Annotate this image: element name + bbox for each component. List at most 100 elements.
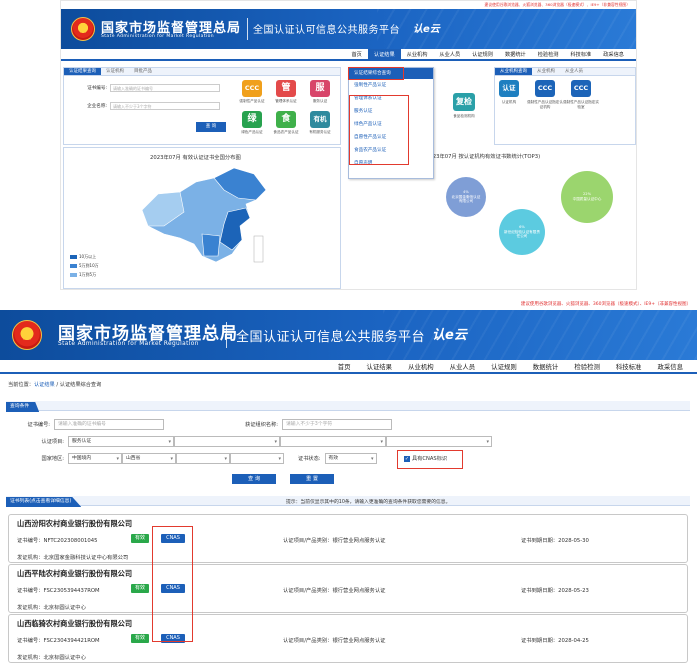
browser-notice: 建议使用谷歌浏览器、火狐浏览器、360浏览器（极速模式）、IE9+（非兼容性视图… [61,1,636,9]
site-banner: 国家市场监督管理总局 State Administration for Mark… [61,9,636,49]
org-tile-1[interactable]: CCC [535,80,555,97]
stats-bubble-2: 22% 中国质量认证中心 [561,171,613,223]
legend-label: 1万到5万 [79,272,97,277]
project-select[interactable]: 服务认证 [68,436,174,447]
project-subselect-3[interactable] [386,436,492,447]
region-country-select[interactable]: 中国境内 [68,453,122,464]
query-button[interactable]: 查 询 [232,474,276,484]
dropdown-item-1[interactable]: 强制性产品认证 [349,79,433,92]
cert-search-panel: 认证结果查询 认证机构 目批产品 证书编号: 请输入准确的证书编号 企业名称: 请输… [63,67,341,145]
nav-item-5[interactable]: 数据统计 [525,360,567,374]
org-tile-0[interactable]: 认证 [499,80,519,97]
result-issuer: 发证机构：北京标圆认证中心 [17,655,86,661]
nav-item-6[interactable]: 检验检测 [566,360,608,374]
result-cert-no: 证书编号：NFTC202308001045 [17,538,98,544]
breadcrumb-prefix: 当前位置： [8,382,34,388]
cert-no-input-2[interactable]: 请输入准确的证书编号 [54,419,164,430]
status-label: 证书状态: [298,456,321,462]
list-title[interactable]: 证书列表(点击查看详细信息) [6,497,82,507]
left-tab-0[interactable]: 认证结果查询 [64,68,101,75]
header-divider [247,18,248,40]
header-divider-2 [226,322,227,348]
query-page-screenshot: 建议使用谷歌浏览器、火狐浏览器、360浏览器（极速模式）、IE9+（非兼容性视图… [0,300,697,664]
right-tab-0[interactable]: 从业机构查询 [495,68,532,75]
nav-item-7[interactable]: 科技标准 [564,49,597,61]
result-card[interactable]: 山西平陆农村商业银行股份有限公司 证书编号：FSC2305394437ROM 有效 C… [8,564,688,613]
nav-item-6[interactable]: 检验检测 [532,49,565,61]
breadcrumb: 当前位置：认证结果 / 认证结果综合查询 [8,381,101,388]
highlight-cert-types [349,95,409,165]
company-label: 企业名称: [87,104,107,109]
result-company-name[interactable]: 山西平陆农村商业银行股份有限公司 [17,569,132,579]
result-cert-no: 证书编号：FSC2305394437ROM [17,588,100,594]
cert-tile-3[interactable]: 绿 [242,111,262,128]
nav-item-8[interactable]: 政采信息 [649,360,691,374]
nav-item-3[interactable]: 从业人员 [442,360,484,374]
result-company-name[interactable]: 山西汾阳农村商业银行股份有限公司 [17,519,132,529]
left-tab-2[interactable]: 目批产品 [129,68,157,75]
reset-button[interactable]: 重 置 [290,474,334,484]
nav-item-2[interactable]: 从业机构 [401,49,434,61]
stats-bubble-0: 4% 北京国金衡信认证有限公司 [446,177,486,217]
nav-item-5[interactable]: 数据统计 [499,49,532,61]
cert-no-label-2: 证书编号: [27,422,51,428]
left-tab-1[interactable]: 认证机构 [101,68,129,75]
result-project: 认证项目/产品类别：银行营业网点服务认证 [283,538,386,544]
status-badge: 有效 [131,584,149,593]
status-badge: 有效 [131,534,149,543]
org-input-2[interactable]: 请输入不少于3个字符 [282,419,392,430]
map-region-south [201,233,221,257]
nav-item-4[interactable]: 认证规则 [466,49,499,61]
conditions-header: 查询条件 [6,401,690,412]
cert-tile-4[interactable]: 食 [276,111,296,128]
cert-no-input[interactable]: 请输入准确的证书编号 [110,84,220,92]
map-title: 2023年07月 有效认证证书全国分布图 [150,155,241,161]
platform-logo-2: 认e云 [432,328,467,343]
nav-item-7[interactable]: 科技标准 [608,360,650,374]
result-card[interactable]: 山西汾阳农村商业银行股份有限公司 证书编号：NFTC202308001045 有效 C… [8,514,688,563]
cert-query-button[interactable]: 查 询 [196,122,226,132]
result-project: 认证项目/产品类别：银行营业网点服务认证 [283,588,386,594]
cert-no-label: 证书编号: [87,86,107,91]
homepage-frame: 建议使用谷歌浏览器、火狐浏览器、360浏览器（极速模式）、IE9+（非兼容性视图… [60,0,637,290]
cert-tile-2[interactable]: 服 [310,80,330,97]
platform-name: 全国认证认可信息公共服务平台 [253,25,400,36]
cert-search-tabs: 认证结果查询 认证机构 目批产品 [64,68,340,76]
project-subselect-1[interactable] [174,436,280,447]
legend-swatch [70,264,77,268]
region-row: 国家地区: 中国境内 山西省 [14,453,284,464]
result-company-name[interactable]: 山西临猗农村商业银行股份有限公司 [17,619,132,629]
breadcrumb-link[interactable]: 认证结果 [34,382,55,388]
platform-name-2: 全国认证认可信息公共服务平台 [236,330,426,345]
stats-bubble-1: 6% 新世纪检验认证有限责任公司 [499,209,545,255]
nav-item-8[interactable]: 政采信息 [597,49,630,61]
nav-item-0[interactable]: 首页 [345,49,367,61]
right-tab-2[interactable]: 从业人员 [560,68,588,75]
food-test-caption: 食品检测机构 [453,114,475,118]
project-subselect-2[interactable] [280,436,386,447]
status-select[interactable]: 有效 [324,453,377,464]
cert-tile-5[interactable]: 有机 [310,111,330,128]
company-input[interactable]: 请输入不少于3个字符 [110,102,220,110]
status-badge: 有效 [131,634,149,643]
nav-item-2[interactable]: 从业机构 [400,360,442,374]
breadcrumb-current: 认证结果综合查询 [59,382,102,388]
nav-item-1[interactable]: 认证结果 [359,360,401,374]
region-city-select[interactable] [176,453,230,464]
food-test-tile[interactable]: 复检 [453,93,475,111]
nav-item-1[interactable]: 认证结果 [367,49,401,61]
company-row: 企业名称: 请输入不少于3个字符 [70,102,220,110]
region-province-select[interactable]: 山西省 [122,453,176,464]
right-tab-1[interactable]: 从业机构 [532,68,560,75]
org-tile-caption-0: 认证机构 [501,100,517,104]
nav-item-4[interactable]: 认证规则 [483,360,525,374]
cert-tile-0[interactable]: CCC [242,80,262,97]
region-district-select[interactable] [230,453,284,464]
nav-item-3[interactable]: 从业人员 [433,49,466,61]
nav-item-0[interactable]: 首页 [330,360,359,374]
org-name-en: State Administration for Market Regulati… [101,34,215,39]
org-tile-2[interactable]: CCC [571,80,591,97]
cert-tile-1[interactable]: 管 [276,80,296,97]
legend-swatch [70,273,77,277]
result-card[interactable]: 山西临猗农村商业银行股份有限公司 证书编号：FSC2304394421ROM 有效 C… [8,614,688,663]
